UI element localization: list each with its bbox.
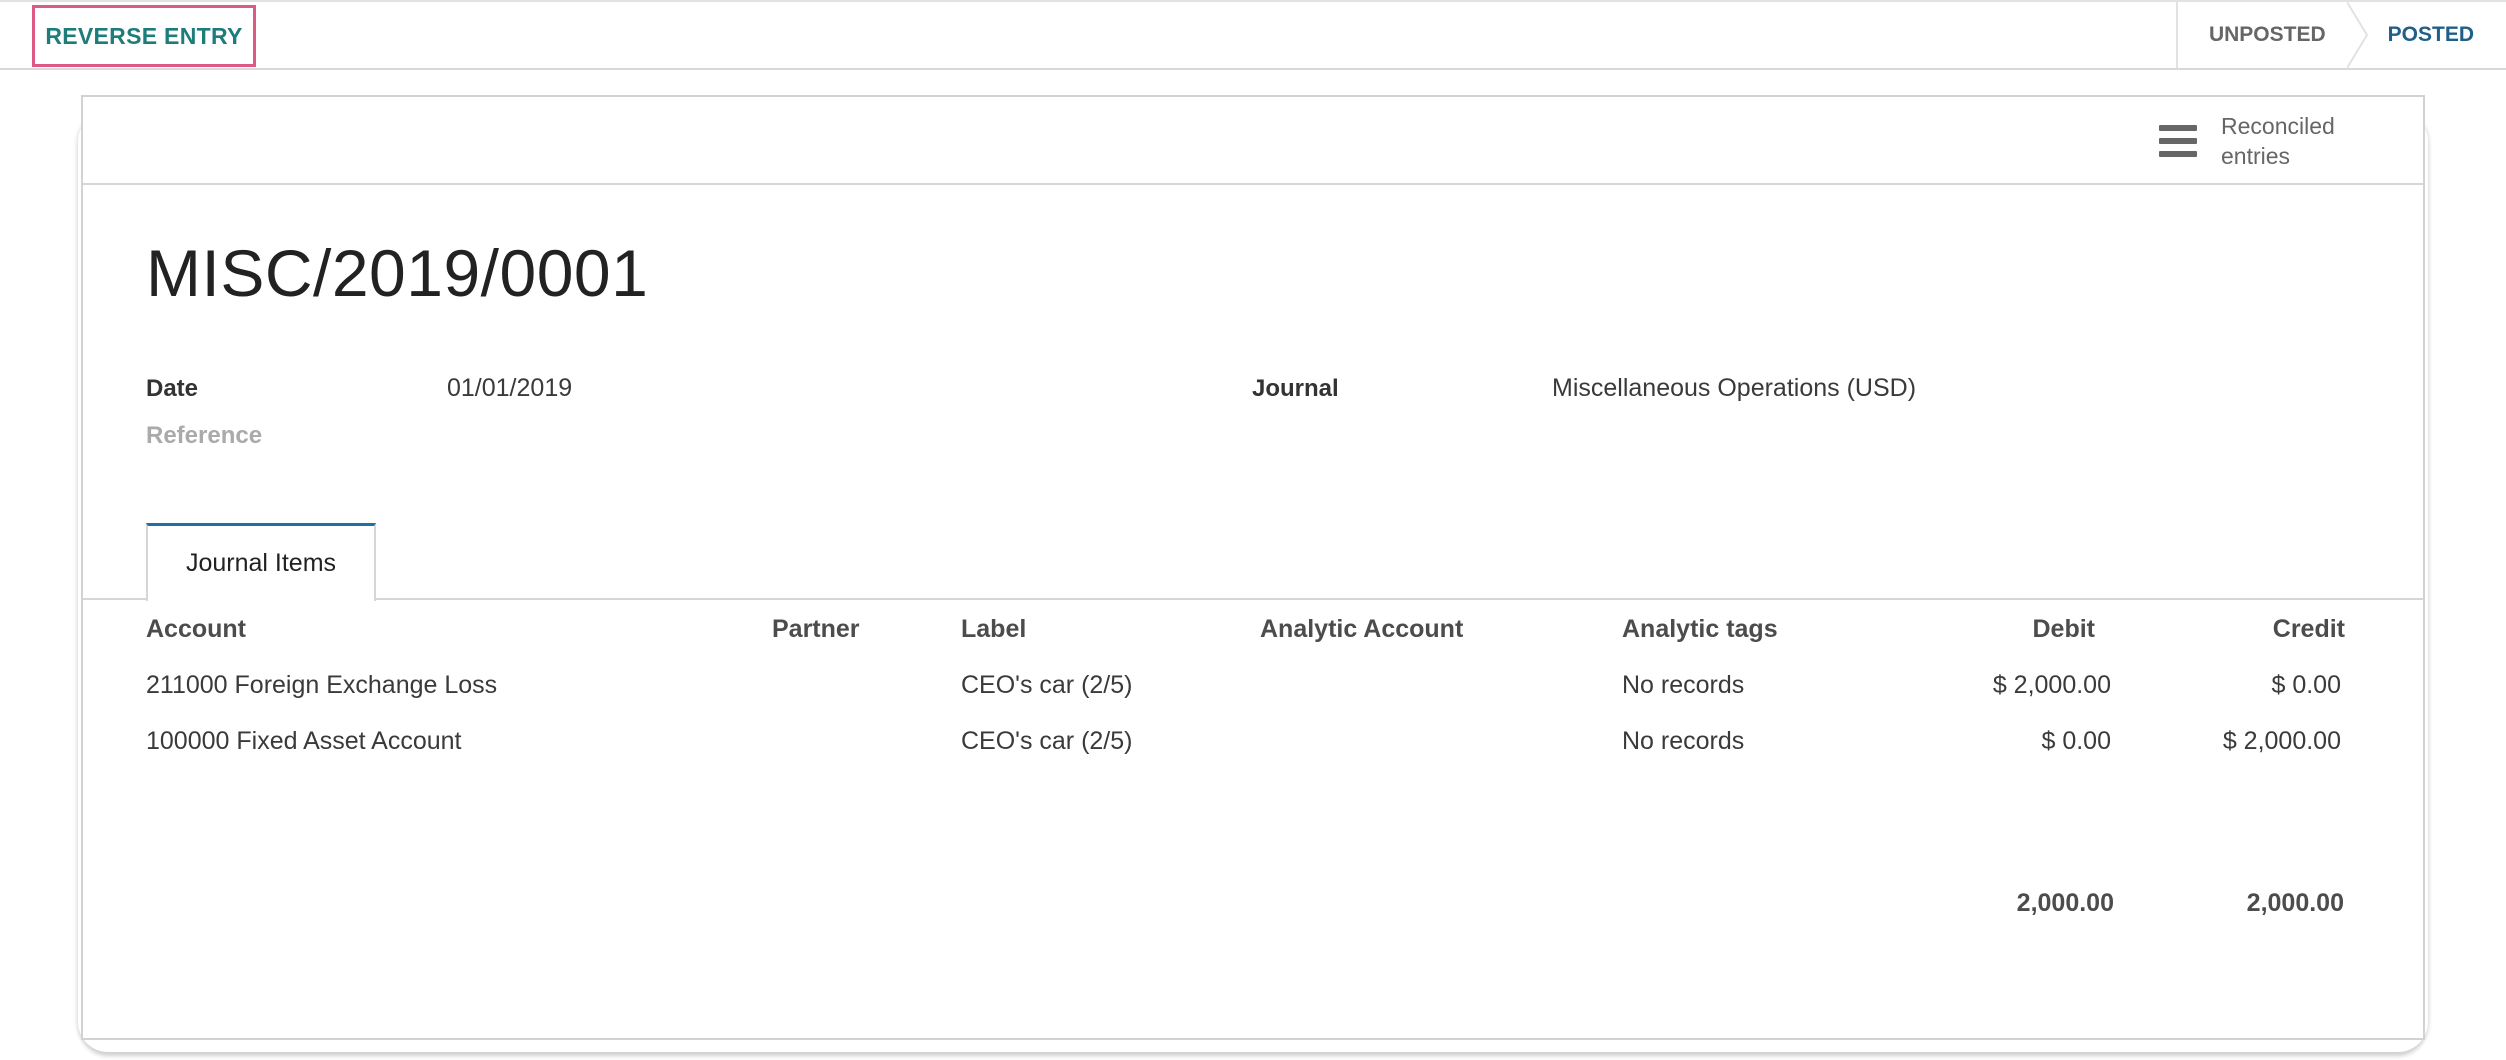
button-box: Reconciled entries [83,97,2423,185]
header-analytic-tags[interactable]: Analytic tags [1622,615,1778,644]
reconciled-entries-label: Reconciled entries [2221,113,2335,169]
stage-posted-label: POSTED [2387,23,2474,46]
cell-credit: $ 0.00 [2271,671,2341,699]
bars-icon [2159,125,2197,157]
total-debit: 2,000.00 [2016,889,2114,917]
header-label[interactable]: Label [961,615,1026,644]
cell-label: CEO's car (2/5) [961,727,1133,755]
cell-debit: $ 2,000.00 [1992,671,2111,699]
stage-unposted[interactable]: UNPOSTED [2178,2,2368,68]
tab-divider [83,598,2423,600]
form-sheet: Reconciled entries MISC/2019/0001 Date 0… [81,95,2425,1040]
reference-label: Reference [146,422,263,449]
cell-account: 100000 Fixed Asset Account [146,727,462,755]
cell-label: CEO's car (2/5) [961,671,1133,699]
total-credit: 2,000.00 [2246,889,2344,917]
journal-field[interactable]: Miscellaneous Operations (USD) [1552,374,1916,403]
chevron-right-icon [2346,2,2368,68]
header-credit[interactable]: Credit [2183,615,2345,644]
date-field[interactable]: 01/01/2019 [447,374,572,403]
journal-label: Journal [1252,375,1339,402]
header-debit[interactable]: Debit [1933,615,2096,644]
entry-title: MISC/2019/0001 [146,236,649,310]
stage-selector: UNPOSTED POSTED [2175,2,2506,68]
stage-unposted-label: UNPOSTED [2208,23,2326,46]
cell-analytic-tags: No records [1622,727,1745,755]
date-label: Date [146,375,199,402]
header-partner[interactable]: Partner [772,615,860,644]
reconciled-entries-button[interactable]: Reconciled entries [2159,111,2351,171]
status-bar: REVERSE ENTRY UNPOSTED POSTED [0,0,2506,70]
header-analytic-account[interactable]: Analytic Account [1260,615,1463,644]
cell-credit: $ 2,000.00 [2222,727,2341,755]
header-account[interactable]: Account [146,615,246,644]
reverse-entry-button[interactable]: REVERSE ENTRY [32,5,256,67]
stage-posted[interactable]: POSTED [2368,2,2506,68]
tab-journal-items[interactable]: Journal Items [146,523,376,601]
cell-account: 211000 Foreign Exchange Loss [146,671,498,699]
cell-debit: $ 0.00 [2041,727,2111,755]
cell-analytic-tags: No records [1622,671,1745,699]
tab-journal-items-label: Journal Items [185,549,337,577]
